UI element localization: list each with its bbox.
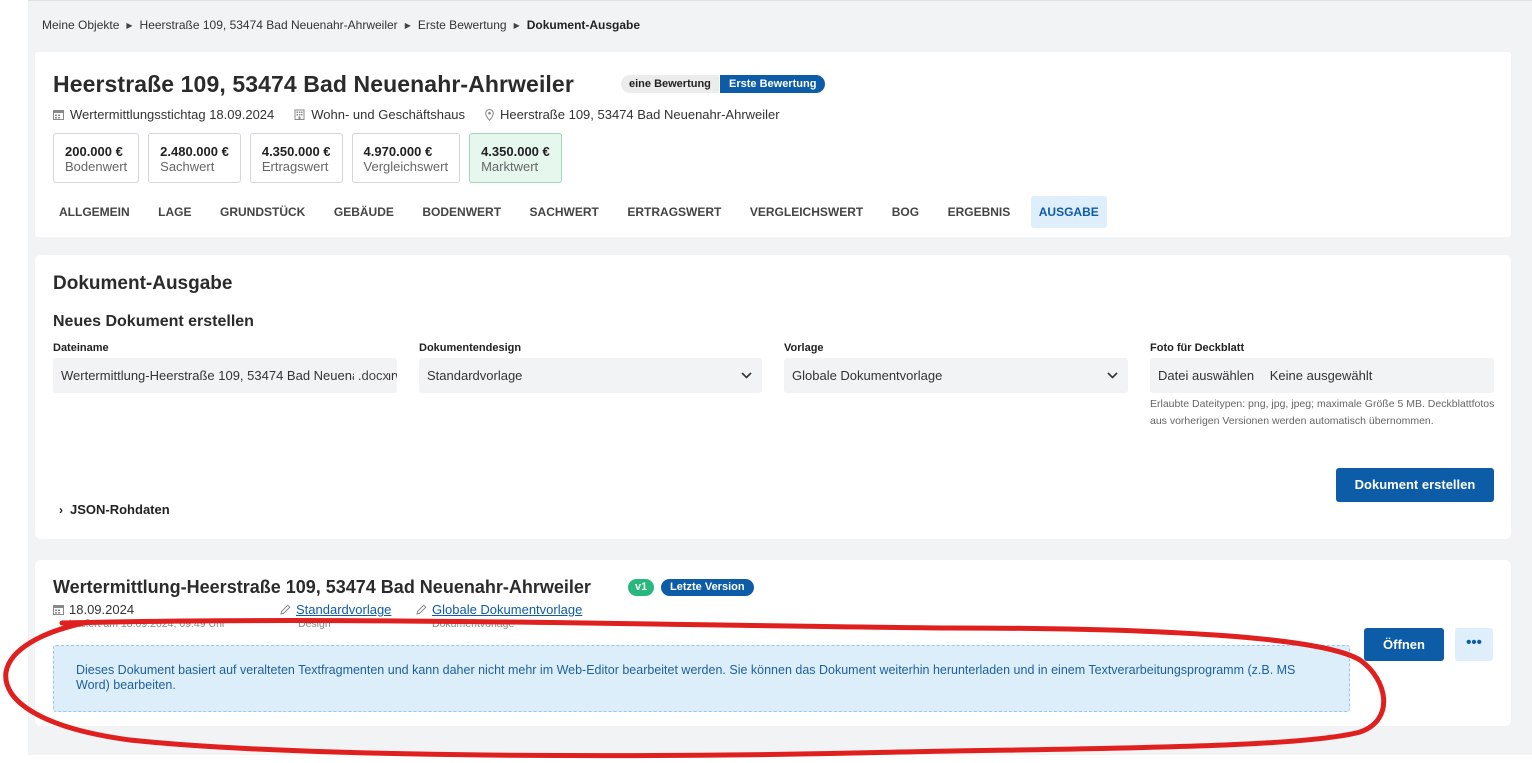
value-label: Sachwert	[160, 159, 215, 174]
value-label: Vergleichswert	[363, 159, 449, 174]
filename-input[interactable]: Wertermittlung-Heerstraße 109, 53474 Bad…	[53, 358, 397, 393]
photo-hint: Erlaubte Dateitypen: png, jpg, jpeg; max…	[1150, 398, 1495, 427]
version-template: Globale Dokumentvorlage Dokumentvorlage	[416, 602, 582, 630]
meta-address-text: Heerstraße 109, 53474 Bad Neuenahr-Ahrwe…	[499, 107, 780, 122]
tab-ertragswert[interactable]: ERTRAGSWERT	[619, 196, 729, 228]
create-document-button[interactable]: Dokument erstellen	[1336, 468, 1494, 502]
design-select[interactable]: Standardvorlage	[419, 358, 762, 393]
open-document-button[interactable]: Öffnen	[1364, 628, 1444, 661]
chevron-right-icon: ›	[59, 502, 63, 517]
valuation-count-badge: eine Bewertung	[621, 75, 719, 93]
pencil-icon	[280, 604, 291, 615]
breadcrumb: Meine Objekte ▶ Heerstraße 109, 53474 Ba…	[42, 18, 640, 32]
value-box-bodenwert: 200.000 € Bodenwert	[53, 133, 140, 183]
meta-address: Heerstraße 109, 53474 Bad Neuenahr-Ahrwe…	[485, 107, 780, 122]
breadcrumb-item-property[interactable]: Heerstraße 109, 53474 Bad Neuenahr-Ahrwe…	[140, 18, 398, 32]
tab-lage[interactable]: LAGE	[150, 196, 199, 228]
breadcrumb-separator-icon: ▶	[126, 20, 133, 30]
value-amount: 4.350.000 €	[261, 144, 331, 159]
design-label: Dokumentendesign	[419, 342, 522, 354]
value-box-sachwert: 2.480.000 € Sachwert	[148, 133, 241, 183]
more-options-button[interactable]: •••	[1455, 628, 1493, 661]
tab-bodenwert[interactable]: BODENWERT	[414, 196, 509, 228]
section-subtitle: Neues Dokument erstellen	[53, 313, 254, 330]
section-title: Dokument-Ausgabe	[53, 273, 233, 294]
version-date-sub: basiert am 18.09.2024, 09:49 Uhr	[69, 618, 226, 630]
value-amount: 4.970.000 €	[363, 144, 433, 159]
chevron-down-icon	[1107, 358, 1118, 393]
map-pin-icon	[485, 108, 494, 121]
property-meta: Wertermittlungsstichtag 18.09.2024 Wohn-…	[53, 107, 800, 122]
meta-date-text: Wertermittlungsstichtag 18.09.2024	[70, 107, 275, 122]
design-value: Standardvorlage	[427, 368, 523, 383]
meta-type-text: Wohn- und Geschäftshaus	[311, 107, 465, 122]
template-link[interactable]: Globale Dokumentvorlage	[432, 602, 582, 617]
breadcrumb-item-objects[interactable]: Meine Objekte	[42, 18, 119, 32]
template-value: Globale Dokumentvorlage	[792, 368, 943, 383]
document-version-card: Wertermittlung-Heerstraße 109, 53474 Bad…	[35, 560, 1511, 726]
value-amount: 200.000 €	[65, 144, 123, 159]
photo-file-input[interactable]: Datei auswählen Keine ausgewählt	[1150, 358, 1494, 393]
breadcrumb-current: Dokument-Ausgabe	[526, 18, 641, 32]
version-title: Wertermittlung-Heerstraße 109, 53474 Bad…	[53, 577, 591, 597]
filename-value: Wertermittlung-Heerstraße 109, 53474 Bad…	[61, 368, 397, 383]
filename-label: Dateiname	[53, 342, 109, 354]
tab-grundstueck[interactable]: GRUNDSTÜCK	[212, 196, 313, 228]
value-label: Marktwert	[481, 159, 539, 174]
json-toggle-label: JSON-Rohdaten	[70, 502, 170, 517]
calendar-icon	[53, 605, 64, 615]
tab-vergleichswert[interactable]: VERGLEICHSWERT	[742, 196, 871, 228]
valuation-name-badge: Erste Bewertung	[720, 75, 826, 93]
breadcrumb-separator-icon: ▶	[404, 20, 411, 30]
value-amount: 4.350.000 €	[481, 144, 550, 159]
property-header-card: Heerstraße 109, 53474 Bad Neuenahr-Ahrwe…	[35, 52, 1511, 237]
section-tabs: ALLGEMEIN LAGE GRUNDSTÜCK GEBÄUDE BODENW…	[51, 196, 1119, 228]
value-box-marktwert: 4.350.000 € Marktwert	[469, 133, 562, 183]
document-output-card: Dokument-Ausgabe Neues Dokument erstelle…	[35, 255, 1511, 539]
template-link-sub: Dokumentvorlage	[432, 618, 515, 630]
chevron-down-icon	[741, 358, 752, 393]
building-icon	[294, 109, 305, 120]
photo-choose-button[interactable]: Datei auswählen	[1158, 368, 1254, 383]
breadcrumb-item-valuation[interactable]: Erste Bewertung	[418, 18, 507, 32]
json-rawdata-toggle[interactable]: › JSON-Rohdaten	[59, 502, 170, 517]
tab-bog[interactable]: BOG	[884, 196, 927, 228]
tab-ergebnis[interactable]: ERGEBNIS	[940, 196, 1019, 228]
value-label: Ertragswert	[261, 159, 329, 174]
value-box-ertragswert: 4.350.000 € Ertragswert	[249, 133, 343, 183]
filename-extension: .docx	[353, 358, 389, 393]
value-box-vergleichswert: 4.970.000 € Vergleichswert	[351, 133, 461, 183]
value-amount: 2.480.000 €	[160, 144, 229, 159]
template-select[interactable]: Globale Dokumentvorlage	[784, 358, 1128, 393]
template-label: Vorlage	[784, 342, 824, 354]
breadcrumb-separator-icon: ▶	[513, 20, 520, 30]
meta-date: Wertermittlungsstichtag 18.09.2024	[53, 107, 274, 122]
value-summary: 200.000 € Bodenwert 2.480.000 € Sachwert…	[53, 133, 562, 183]
tab-gebaeude[interactable]: GEBÄUDE	[326, 196, 402, 228]
version-date-text: 18.09.2024	[69, 602, 135, 617]
version-design: Standardvorlage Design	[280, 602, 391, 630]
version-number-badge: v1	[628, 579, 655, 596]
tab-ausgabe[interactable]: AUSGABE	[1030, 196, 1107, 228]
photo-label: Foto für Deckblatt	[1150, 342, 1245, 354]
photo-status: Keine ausgewählt	[1269, 368, 1373, 383]
tab-sachwert[interactable]: SACHWERT	[522, 196, 607, 228]
value-label: Bodenwert	[65, 159, 128, 174]
pencil-icon	[416, 604, 427, 615]
latest-version-badge: Letzte Version	[661, 579, 754, 596]
outdated-document-notice: Dieses Dokument basiert auf veralteten T…	[53, 645, 1350, 712]
meta-type: Wohn- und Geschäftshaus	[294, 107, 465, 122]
page-title: Heerstraße 109, 53474 Bad Neuenahr-Ahrwe…	[53, 71, 574, 97]
tab-allgemein[interactable]: ALLGEMEIN	[51, 196, 138, 228]
design-link[interactable]: Standardvorlage	[296, 602, 391, 617]
calendar-icon	[53, 110, 64, 120]
design-link-sub: Design	[298, 618, 331, 630]
version-date: 18.09.2024 basiert am 18.09.2024, 09:49 …	[53, 602, 225, 630]
